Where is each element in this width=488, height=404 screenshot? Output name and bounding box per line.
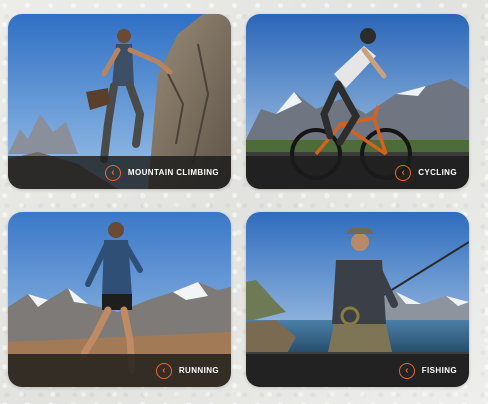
activity-card-cycling[interactable]: ‹ CYCLING (246, 14, 469, 189)
activity-card-mountain-climbing[interactable]: ‹ MOUNTAIN CLIMBING (8, 14, 231, 189)
activity-card-running[interactable]: ‹ RUNNING (8, 212, 231, 387)
chevron-left-icon[interactable]: ‹ (395, 164, 412, 181)
card-caption-bar: ‹ CYCLING (246, 156, 469, 189)
chevron-left-icon[interactable]: ‹ (155, 362, 172, 379)
card-caption-bar: ‹ MOUNTAIN CLIMBING (8, 156, 231, 189)
card-label: FISHING (421, 366, 457, 375)
card-caption-bar: ‹ FISHING (246, 354, 469, 387)
card-label: CYCLING (418, 168, 457, 177)
card-caption-bar: ‹ RUNNING (8, 354, 231, 387)
card-label: RUNNING (178, 366, 219, 375)
card-label: MOUNTAIN CLIMBING (127, 168, 219, 177)
chevron-left-icon[interactable]: ‹ (104, 164, 121, 181)
chevron-left-icon[interactable]: ‹ (398, 362, 415, 379)
activity-card-fishing[interactable]: ‹ FISHING (246, 212, 469, 387)
